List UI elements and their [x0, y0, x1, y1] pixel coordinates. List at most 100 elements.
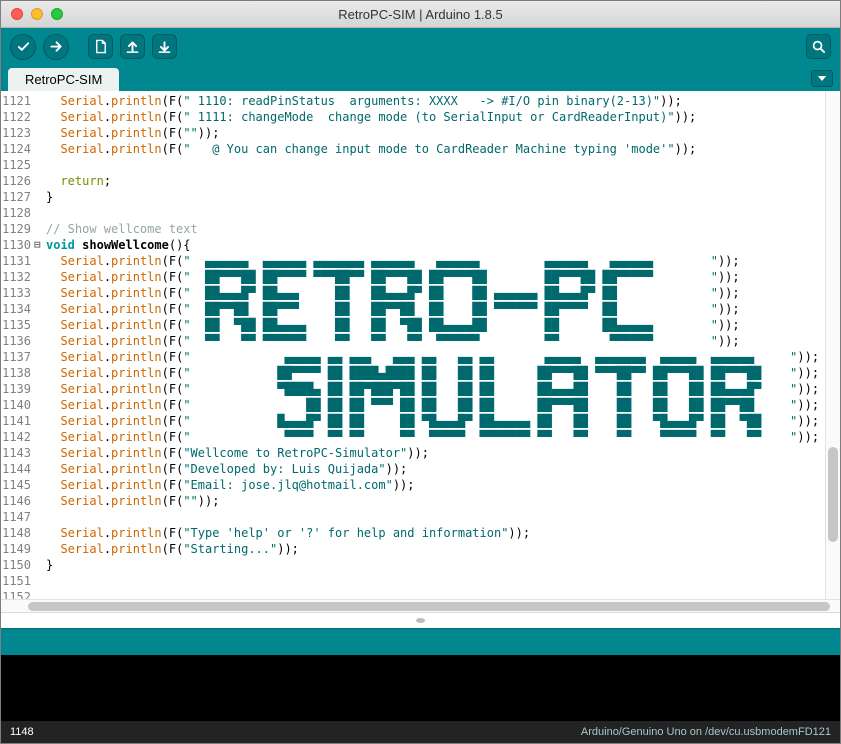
- new-sketch-button[interactable]: [88, 34, 113, 59]
- tab-retropc-sim[interactable]: RetroPC-SIM: [8, 68, 120, 91]
- titlebar: RetroPC-SIM | Arduino 1.8.5: [1, 1, 840, 28]
- code-line[interactable]: 1131 Serial.println(F(" ▄▄▄▄▄▄ ▄▄▄▄▄▄ ▄▄…: [1, 253, 825, 269]
- line-number: 1140: [2, 398, 31, 412]
- code-line[interactable]: 1129 // Show wellcome text: [1, 221, 825, 237]
- code-line[interactable]: 1139 Serial.println(F(" ▀████▄ ██ ██▀███…: [1, 381, 825, 397]
- code-line[interactable]: 1137 Serial.println(F(" ▄▄▄▄▄ ▄▄ ▄▄▄ ▄▄▄…: [1, 349, 825, 365]
- code-line[interactable]: 1130 ⊟ void showWellcome(){: [1, 237, 825, 253]
- caret-line-indicator: 1148: [10, 726, 34, 738]
- board-port-label: Arduino/Genuino Uno on /dev/cu.usbmodemF…: [580, 726, 831, 738]
- tab-bar: RetroPC-SIM: [1, 65, 840, 91]
- toolbar: [1, 28, 840, 65]
- code-line[interactable]: 1150}: [1, 557, 825, 573]
- line-number: 1134: [2, 302, 31, 316]
- code-text: Serial.println(F("Developed by: Luis Qui…: [60, 462, 408, 476]
- code-text: // Show wellcome text: [46, 222, 198, 236]
- code-line[interactable]: 1148 Serial.println(F("Type 'help' or '?…: [1, 525, 825, 541]
- code-text: Serial.println(F(" █▄▄▄█▀ ██ ██ ██ ▀█▄▄▄…: [60, 414, 820, 428]
- code-line[interactable]: 1138 Serial.println(F(" ██▀▀▀▀ ██ ████▄█…: [1, 365, 825, 381]
- console-resize-handle[interactable]: [1, 612, 840, 628]
- code-text: Serial.println(F("Wellcome to RetroPC-Si…: [60, 446, 429, 460]
- code-text: void showWellcome(){: [46, 238, 191, 252]
- code-editor[interactable]: 1121 Serial.println(F(" 1110: readPinSta…: [1, 91, 840, 612]
- line-number: 1138: [2, 366, 31, 380]
- upload-button[interactable]: [43, 33, 69, 60]
- code-line[interactable]: 1142 Serial.println(F(" ▀▀▀▀ ▀▀ ▀▀ ▀▀ ▀▀…: [1, 429, 825, 445]
- code-line[interactable]: 1121 Serial.println(F(" 1110: readPinSta…: [1, 93, 825, 109]
- line-number: 1123: [2, 126, 31, 140]
- line-number: 1149: [2, 542, 31, 556]
- horizontal-scrollbar[interactable]: [1, 599, 840, 612]
- code-line[interactable]: 1144 Serial.println(F("Developed by: Lui…: [1, 461, 825, 477]
- close-window-button[interactable]: [11, 8, 23, 20]
- line-number: 1129: [2, 222, 31, 236]
- vertical-scroll-thumb[interactable]: [828, 446, 838, 542]
- code-line[interactable]: 1125: [1, 157, 825, 173]
- code-line[interactable]: 1122 Serial.println(F(" 1111: changeMode…: [1, 109, 825, 125]
- code-line[interactable]: 1126 return;: [1, 173, 825, 189]
- code-text: Serial.println(F(""));: [60, 494, 220, 508]
- code-line[interactable]: 1133 Serial.println(F(" ██▄▄▄█▀ ██▄▄▄ ██…: [1, 285, 825, 301]
- horizontal-scroll-thumb[interactable]: [28, 602, 830, 611]
- verify-button[interactable]: [10, 33, 36, 60]
- line-number: 1125: [2, 158, 31, 172]
- code-line[interactable]: 1136 Serial.println(F(" ▀▀ ▀▀ ▀▀▀▀▀▀ ▀▀ …: [1, 333, 825, 349]
- code-text: Serial.println(F("Email: jose.jlq@hotmai…: [60, 478, 415, 492]
- code-line[interactable]: 1132 Serial.println(F(" ██▀▀▀██ ██▀▀▀▀ ▀…: [1, 269, 825, 285]
- line-number: 1148: [2, 526, 31, 540]
- code-line[interactable]: 1128: [1, 205, 825, 221]
- code-text: Serial.println(F(" ▄▄▄▄▄ ▄▄ ▄▄▄ ▄▄▄ ▄▄ ▄…: [60, 350, 820, 364]
- code-line[interactable]: 1151: [1, 573, 825, 589]
- code-line[interactable]: 1141 Serial.println(F(" █▄▄▄█▀ ██ ██ ██ …: [1, 413, 825, 429]
- code-line[interactable]: 1143 Serial.println(F("Wellcome to Retro…: [1, 445, 825, 461]
- line-number: 1144: [2, 462, 31, 476]
- tab-list-button[interactable]: [811, 70, 833, 87]
- line-number: 1139: [2, 382, 31, 396]
- code-line[interactable]: 1135 Serial.println(F(" ██ ▀██ ██▄▄▄▄ ██…: [1, 317, 825, 333]
- code-text: Serial.println(F(" ██ ▀██ ██▄▄▄▄ ██ ██ ▀…: [60, 318, 740, 332]
- check-icon: [16, 39, 31, 54]
- code-line[interactable]: 1147: [1, 509, 825, 525]
- save-sketch-button[interactable]: [152, 34, 177, 59]
- code-line[interactable]: 1149 Serial.println(F("Starting..."));: [1, 541, 825, 557]
- line-number: 1126: [2, 174, 31, 188]
- code-line[interactable]: 1127}: [1, 189, 825, 205]
- window-title: RetroPC-SIM | Arduino 1.8.5: [338, 6, 503, 22]
- code-line[interactable]: 1124 Serial.println(F(" @ You can change…: [1, 141, 825, 157]
- resize-grip-icon: [416, 618, 425, 623]
- document-icon: [94, 39, 108, 54]
- console-output: [1, 655, 840, 721]
- code-text: Serial.println(F(" ▀▀▀▀ ▀▀ ▀▀ ▀▀ ▀▀▀▀▀ ▀…: [60, 430, 820, 444]
- code-line[interactable]: 1152: [1, 589, 825, 599]
- line-number: 1130: [2, 238, 31, 252]
- chevron-down-icon: [817, 75, 827, 82]
- code-line[interactable]: 1145 Serial.println(F("Email: jose.jlq@h…: [1, 477, 825, 493]
- code-text: Serial.println(F(" ██▀▀▀██ ██▀▀▀▀ ▀▀▀██▀…: [60, 270, 740, 284]
- line-number: 1143: [2, 446, 31, 460]
- fold-marker-icon[interactable]: ⊟: [34, 237, 46, 253]
- line-number: 1124: [2, 142, 31, 156]
- arrow-up-document-icon: [125, 39, 140, 54]
- code-line[interactable]: 1123 Serial.println(F(""));: [1, 125, 825, 141]
- code-line[interactable]: 1134 Serial.println(F(" ██▀▀██ ██▀▀▀ ██ …: [1, 301, 825, 317]
- tab-label: RetroPC-SIM: [25, 72, 103, 87]
- code-line[interactable]: 1146 Serial.println(F(""));: [1, 493, 825, 509]
- vertical-scrollbar[interactable]: [825, 91, 840, 599]
- open-sketch-button[interactable]: [120, 34, 145, 59]
- code-line[interactable]: 1140 Serial.println(F(" ██ ██ ██ ▀▀▀ ██ …: [1, 397, 825, 413]
- serial-monitor-button[interactable]: [806, 34, 831, 59]
- fullscreen-window-button[interactable]: [51, 8, 63, 20]
- minimize-window-button[interactable]: [31, 8, 43, 20]
